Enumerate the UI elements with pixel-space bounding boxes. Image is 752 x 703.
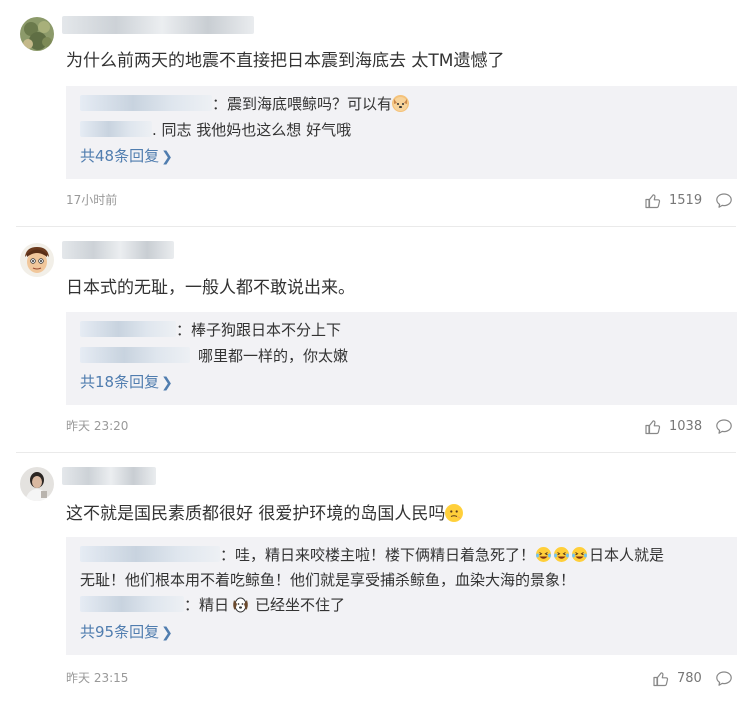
reply-line: ：震到海底喂鲸吗？可以有	[80, 93, 725, 115]
reply-username-redacted[interactable]	[80, 321, 176, 337]
reply-text: ：精日	[184, 596, 230, 614]
avatar[interactable]	[20, 243, 54, 277]
reply-box: ：棒子狗跟日本不分上下 哪里都一样的，你太嫩 共18条回复 ❯	[66, 312, 737, 405]
reply-button[interactable]	[715, 190, 733, 210]
like-count: 1519	[669, 192, 703, 208]
comment-text: 这不就是国民素质都很好 很爱护环境的岛国人民吗	[66, 502, 732, 526]
comment-item: 日本式的无耻，一般人都不敢说出来。 ：棒子狗跟日本不分上下 哪里都一样的，你太嫩…	[0, 227, 752, 453]
comment-text: 日本式的无耻，一般人都不敢说出来。	[66, 278, 355, 298]
laughing-emoji-icon	[535, 546, 589, 569]
reply-username-redacted[interactable]	[80, 596, 184, 612]
thumbs-up-icon	[645, 419, 661, 434]
username-redacted[interactable]	[62, 467, 156, 485]
more-replies-link[interactable]: 共48条回复 ❯	[80, 145, 173, 168]
reply-line: 哪里都一样的，你太嫩	[80, 345, 725, 367]
reply-text: ：震到海底喂鲸吗？可以有	[212, 95, 393, 113]
reply-line: ：棒子狗跟日本不分上下	[80, 319, 725, 341]
chevron-right-icon: ❯	[161, 375, 173, 391]
like-button[interactable]: 1038	[644, 416, 702, 436]
comment-time: 昨天 23:15	[66, 671, 129, 685]
reply-button[interactable]	[715, 416, 733, 436]
comment-text: 为什么前两天的地震不直接把日本震到海底去 太TM遗憾了	[66, 51, 505, 71]
like-button[interactable]: 780	[652, 668, 702, 688]
speech-bubble-icon	[716, 192, 732, 208]
more-replies-link[interactable]: 共95条回复 ❯	[80, 621, 173, 644]
comment-item: 这不就是国民素质都很好 很爱护环境的岛国人民吗 ：哇，精日来咬楼主啦！楼下俩精日…	[0, 453, 752, 703]
like-button[interactable]: 1519	[644, 190, 702, 210]
comment-item: 为什么前两天的地震不直接把日本震到海底去 太TM遗憾了 ：震到海底喂鲸吗？可以有…	[0, 0, 752, 226]
reply-line: ：精日 已经坐不住了	[80, 594, 725, 620]
comment-time: 昨天 23:20	[66, 419, 129, 433]
reply-box: ：哇，精日来咬楼主啦！楼下俩精日着急死了！ 日本人就是 无耻！他们根本用不着吃鲸…	[66, 537, 737, 655]
chevron-right-icon: ❯	[161, 625, 173, 641]
reply-text: . 同志 我他妈也这么想 好气哦	[152, 121, 352, 139]
reply-line-wrap: 无耻！他们根本用不着吃鲸鱼！他们就是享受捕杀鲸鱼，血染大海的景象！	[80, 571, 576, 589]
reply-text-cont: 日本人就是	[589, 546, 665, 564]
avatar[interactable]	[20, 17, 54, 51]
dog-emoji-icon	[392, 95, 410, 112]
reply-text-cont: 已经坐不住了	[255, 596, 346, 614]
username-redacted[interactable]	[62, 16, 254, 34]
chevron-right-icon: ❯	[161, 149, 173, 165]
reply-text: ：哇，精日来咬楼主啦！楼下俩精日着急死了！	[220, 546, 536, 564]
avatar[interactable]	[20, 467, 54, 501]
dog-face-emoji-icon	[232, 595, 249, 620]
reply-username-redacted[interactable]	[80, 546, 220, 562]
more-replies-link[interactable]: 共18条回复 ❯	[80, 371, 173, 394]
thumbs-up-icon	[653, 671, 669, 686]
thumbs-up-icon	[645, 193, 661, 208]
more-replies-label[interactable]: 共48条回复	[80, 147, 159, 165]
more-replies-label[interactable]: 共18条回复	[80, 373, 159, 391]
comment-time: 17小时前	[66, 193, 118, 207]
like-count: 1038	[669, 418, 703, 434]
reply-line: ：哇，精日来咬楼主啦！楼下俩精日着急死了！ 日本人就是	[80, 544, 725, 569]
reply-text: ：棒子狗跟日本不分上下	[176, 321, 342, 339]
speech-bubble-icon	[716, 418, 732, 434]
speech-bubble-icon	[716, 670, 732, 686]
reply-username-redacted[interactable]	[80, 347, 190, 363]
thinking-face-emoji-icon	[445, 504, 464, 522]
like-count: 780	[677, 670, 702, 686]
reply-button[interactable]	[715, 668, 733, 688]
reply-text: 哪里都一样的，你太嫩	[198, 347, 349, 365]
comment-text-body: 这不就是国民素质都很好 很爱护环境的岛国人民吗	[66, 504, 446, 524]
username-redacted[interactable]	[62, 241, 174, 259]
reply-line: . 同志 我他妈也这么想 好气哦	[80, 119, 725, 141]
more-replies-label[interactable]: 共95条回复	[80, 623, 159, 641]
reply-username-redacted[interactable]	[80, 95, 212, 111]
reply-username-redacted[interactable]	[80, 121, 152, 137]
reply-box: ：震到海底喂鲸吗？可以有 . 同志 我他妈也这么想 好气哦 共48条回复 ❯	[66, 86, 737, 179]
